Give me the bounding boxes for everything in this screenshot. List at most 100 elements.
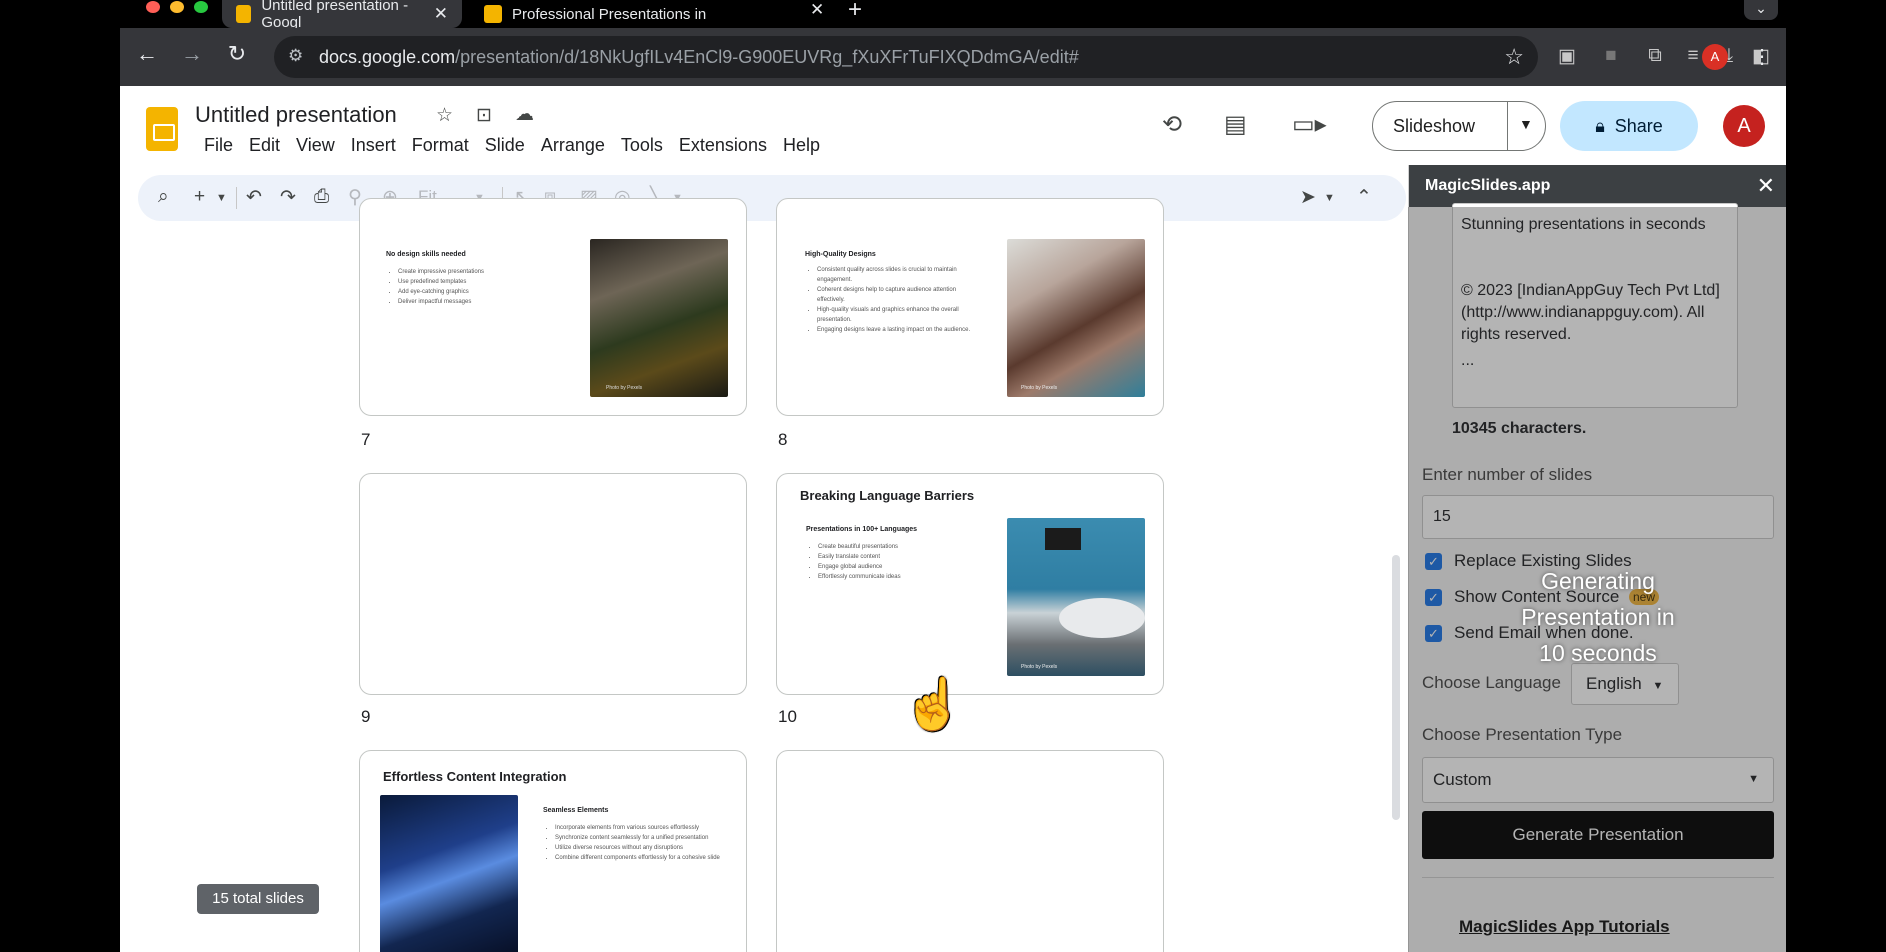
new-slide-dropdown-icon[interactable]: ▼: [216, 192, 227, 204]
extension-image-icon[interactable]: ▣: [1554, 45, 1580, 68]
pen-tool-icon[interactable]: ➤: [1300, 186, 1316, 209]
overlay-line: 10 seconds: [1539, 640, 1657, 666]
bullet: Add eye-catching graphics: [398, 287, 548, 297]
slide-heading: Presentations in 100+ Languages: [806, 526, 918, 533]
slide-grid: No design skills needed Create impressiv…: [120, 198, 1388, 952]
browser-toolbar: ← → ↻ ⚙ docs.google.com/presentation/d/1…: [120, 28, 1786, 86]
search-menus-icon[interactable]: ⌕: [158, 186, 169, 208]
back-icon[interactable]: ←: [132, 41, 162, 67]
bullet: Utilize diverse resources without any di…: [555, 843, 729, 853]
comments-icon[interactable]: ▤: [1224, 110, 1247, 139]
menu-slide[interactable]: Slide: [477, 135, 533, 156]
bullet: Deliver impactful messages: [398, 297, 548, 307]
account-avatar[interactable]: A: [1723, 105, 1765, 147]
slide-heading: High-Quality Designs: [805, 251, 876, 258]
close-window-button[interactable]: [146, 1, 160, 13]
tab-title: Professional Presentations in: [512, 5, 707, 23]
bullet: Create beautiful presentations: [818, 542, 968, 552]
magicslides-favicon-icon: [484, 5, 502, 23]
menu-extensions[interactable]: Extensions: [671, 135, 775, 156]
address-bar[interactable]: ⚙ docs.google.com/presentation/d/18NkUgf…: [274, 36, 1538, 78]
document-title[interactable]: Untitled presentation: [195, 102, 397, 128]
maximize-window-button[interactable]: [194, 1, 208, 13]
share-button[interactable]: 🔒︎ Share: [1560, 101, 1698, 151]
bullet: Easily translate content: [818, 552, 968, 562]
slideshow-label: Slideshow: [1393, 116, 1476, 136]
slide-title: Breaking Language Barriers: [800, 488, 975, 503]
slide-thumbnail[interactable]: [359, 473, 747, 695]
close-panel-icon[interactable]: ✕: [1757, 173, 1775, 199]
new-tab-icon[interactable]: +: [848, 0, 862, 24]
slides-favicon-icon: [236, 5, 252, 23]
divider: [1507, 102, 1508, 150]
pen-dropdown-icon[interactable]: ▼: [1324, 192, 1335, 204]
bullet: Engage global audience: [818, 562, 968, 572]
reload-icon[interactable]: ↻: [222, 41, 252, 67]
meet-camera-icon[interactable]: ▭▸: [1292, 110, 1327, 139]
new-slide-icon[interactable]: +: [194, 186, 205, 208]
extensions-puzzle-icon[interactable]: ⧉: [1642, 45, 1668, 67]
browser-window: Untitled presentation - Googl ✕ Professi…: [120, 0, 1786, 952]
move-folder-icon[interactable]: ⊡: [476, 104, 492, 127]
bullet: Create impressive presentations: [398, 267, 548, 277]
close-tab-icon[interactable]: ✕: [810, 0, 824, 20]
slide-heading: No design skills needed: [386, 251, 466, 258]
site-settings-icon[interactable]: ⚙: [288, 46, 310, 68]
tab-magicslides[interactable]: Professional Presentations in: [470, 0, 950, 28]
slide-thumbnail[interactable]: No design skills needed Create impressiv…: [359, 198, 747, 416]
divider: [236, 187, 237, 209]
bullet: Consistent quality across slides is cruc…: [817, 265, 973, 285]
slide-thumbnail[interactable]: [776, 750, 1164, 952]
slide-number: 10: [778, 707, 797, 726]
meeting-table: [1059, 598, 1145, 638]
star-icon[interactable]: ☆: [436, 104, 453, 127]
collapse-toolbar-icon[interactable]: ⌃: [1356, 186, 1372, 209]
slide-bullets: Incorporate elements from various source…: [545, 823, 729, 863]
menu-view[interactable]: View: [288, 135, 343, 156]
slideshow-options-icon[interactable]: ▼: [1519, 116, 1533, 132]
version-history-icon[interactable]: ⟲: [1162, 110, 1182, 139]
slideshow-button[interactable]: Slideshow ▼: [1372, 101, 1546, 151]
menu-tools[interactable]: Tools: [613, 135, 671, 156]
image-credit: Photo by Pexels: [1021, 385, 1058, 391]
browser-menu-icon[interactable]: ⋮: [1752, 44, 1772, 69]
bullet: Combine different components effortlessl…: [555, 853, 729, 863]
image-credit: Photo by Pexels: [1021, 664, 1058, 670]
menu-insert[interactable]: Insert: [343, 135, 404, 156]
panel-header: MagicSlides.app ✕: [1409, 165, 1786, 207]
grid-scrollbar[interactable]: [1392, 555, 1400, 820]
minimize-window-button[interactable]: [170, 1, 184, 13]
menu-edit[interactable]: Edit: [241, 135, 288, 156]
tab-strip: Untitled presentation - Googl ✕ Professi…: [120, 0, 1786, 31]
menu-help[interactable]: Help: [775, 135, 828, 156]
bullet: Incorporate elements from various source…: [555, 823, 729, 833]
menu-format[interactable]: Format: [404, 135, 477, 156]
menu-file[interactable]: File: [196, 135, 241, 156]
slide-bullets: Create beautiful presentations Easily tr…: [808, 542, 968, 582]
redo-icon[interactable]: ↷: [280, 186, 296, 209]
bookmark-star-icon[interactable]: ☆: [1504, 44, 1524, 70]
menu-bar: File Edit View Insert Format Slide Arran…: [196, 135, 828, 156]
tab-search-icon[interactable]: ⌄: [1744, 0, 1778, 20]
menu-arrange[interactable]: Arrange: [533, 135, 613, 156]
christmas-tree-photo: Photo by Pexels: [590, 239, 728, 397]
undo-icon[interactable]: ↶: [246, 186, 262, 209]
digital-wave-photo: [380, 795, 518, 952]
tab-slides[interactable]: Untitled presentation - Googl ✕: [222, 0, 462, 31]
slides-logo-icon[interactable]: [146, 107, 178, 151]
bullet: Engaging designs leave a lasting impact …: [817, 325, 973, 335]
extension-camera-icon[interactable]: ■: [1598, 45, 1624, 67]
cloud-status-icon[interactable]: ☁: [515, 103, 534, 126]
print-icon[interactable]: ⎙: [314, 186, 329, 208]
slide-thumbnail[interactable]: Breaking Language Barriers Presentations…: [776, 473, 1164, 695]
slide-number: 8: [778, 430, 788, 449]
slide-thumbnail[interactable]: High-Quality Designs Consistent quality …: [776, 198, 1164, 416]
profile-avatar[interactable]: A: [1702, 44, 1728, 70]
overlay-line: Presentation in: [1521, 604, 1675, 630]
close-tab-icon[interactable]: ✕: [434, 4, 448, 24]
total-slides-badge: 15 total slides: [197, 884, 319, 914]
slide-thumbnail[interactable]: Effortless Content Integration Seamless …: [359, 750, 747, 952]
forward-icon[interactable]: →: [177, 41, 207, 67]
slide-bullets: Consistent quality across slides is cruc…: [807, 265, 973, 335]
woman-laughing-photo: Photo by Pexels: [1007, 239, 1145, 397]
